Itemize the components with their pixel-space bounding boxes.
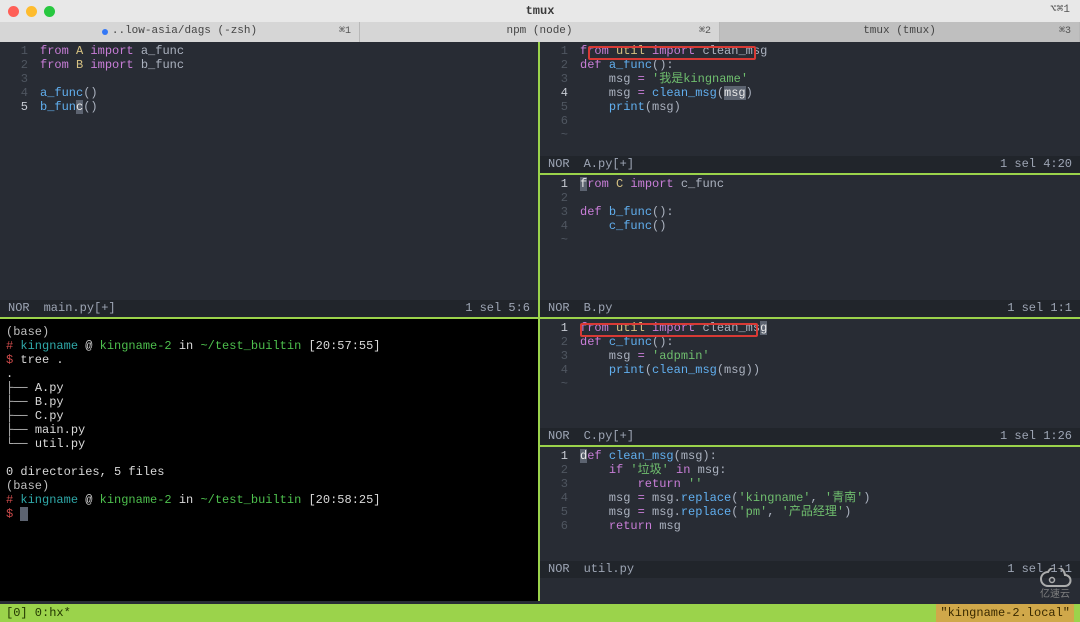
terminal-line: (base) [6,325,532,339]
code-line[interactable]: 1from util import clean_msg [544,44,1076,58]
code-line[interactable]: 4a_func() [4,86,534,100]
code-line[interactable]: 5b_func() [4,100,534,114]
statusline-b: NORB.py 1 sel 1:1 [540,300,1080,317]
code-line[interactable]: 3 [4,72,534,86]
statusline-util: NORutil.py 1 sel 1:1 [540,561,1080,578]
code-line[interactable]: 1from C import c_func [544,177,1076,191]
statusline-c: NORC.py[+] 1 sel 1:26 [540,428,1080,445]
code-line[interactable]: 2def a_func(): [544,58,1076,72]
terminal-line: . [6,367,532,381]
window-titlebar: tmux ⌥⌘1 [0,0,1080,22]
tmux-status-right: "kingname-2.local" [936,604,1074,622]
code-line[interactable]: 6 [544,114,1076,128]
code-line[interactable]: 1from util import clean_msg [544,321,1076,335]
statusline-main: NORmain.py[+] 1 sel 5:6 [0,300,538,317]
terminal-line: ├── A.py [6,381,532,395]
terminal-tab[interactable]: tmux (tmux)⌘3 [720,22,1080,42]
code-line[interactable]: 2 [544,191,1076,205]
code-line[interactable]: 4 c_func() [544,219,1076,233]
code-line[interactable]: 4 msg = clean_msg(msg) [544,86,1076,100]
code-line[interactable]: 3 return '' [544,477,1076,491]
editor-pane-a[interactable]: 1from util import clean_msg2def a_func()… [540,42,1080,156]
terminal-line: # kingname @ kingname-2 in ~/test_builti… [6,339,532,353]
code-line[interactable]: 3 msg = '我是kingname' [544,72,1076,86]
terminal-line: 0 directories, 5 files [6,465,532,479]
code-line[interactable]: 1def clean_msg(msg): [544,449,1076,463]
code-line[interactable]: 3 msg = 'adpmin' [544,349,1076,363]
terminal-line: $ tree . [6,353,532,367]
code-line[interactable]: 4 msg = msg.replace('kingname', '青南') [544,491,1076,505]
code-line[interactable]: 5 print(msg) [544,100,1076,114]
terminal-line: $ [6,507,532,521]
terminal-line: # kingname @ kingname-2 in ~/test_builti… [6,493,532,507]
code-line[interactable]: ~ [544,233,1076,247]
terminal-line: ├── main.py [6,423,532,437]
title-hotkey: ⌥⌘1 [1050,4,1070,17]
terminal-line: ├── C.py [6,409,532,423]
code-line[interactable]: 2from B import b_func [4,58,534,72]
editor-pane-main[interactable]: 1from A import a_func2from B import b_fu… [0,42,538,300]
code-line[interactable]: 2 if '垃圾' in msg: [544,463,1076,477]
code-line[interactable]: 6 return msg [544,519,1076,533]
terminal-tab[interactable]: ..low-asia/dags (-zsh)⌘1 [0,22,360,42]
code-line[interactable]: 5 msg = msg.replace('pm', '产品经理') [544,505,1076,519]
code-line[interactable]: 1from A import a_func [4,44,534,58]
terminal-line: ├── B.py [6,395,532,409]
code-line[interactable]: 2def c_func(): [544,335,1076,349]
terminal-pane[interactable]: (base)# kingname @ kingname-2 in ~/test_… [0,319,538,601]
terminal-line [6,451,532,465]
code-line[interactable]: ~ [544,128,1076,142]
terminal-line: (base) [6,479,532,493]
tmux-status-left: [0] 0:hx* [6,606,71,620]
terminal-tab[interactable]: npm (node)⌘2 [360,22,720,42]
code-line[interactable]: ~ [544,377,1076,391]
window-title: tmux [0,4,1080,18]
tmux-status-bar: [0] 0:hx* "kingname-2.local" [0,604,1080,622]
code-line[interactable]: 3def b_func(): [544,205,1076,219]
editor-pane-b[interactable]: 1from C import c_func23def b_func():4 c_… [540,175,1080,300]
watermark: 亿速云 [1036,568,1074,602]
code-line[interactable]: 4 print(clean_msg(msg)) [544,363,1076,377]
terminal-tab-bar: ..low-asia/dags (-zsh)⌘1npm (node)⌘2tmux… [0,22,1080,42]
editor-pane-util[interactable]: 1def clean_msg(msg):2 if '垃圾' in msg:3 r… [540,447,1080,561]
editor-pane-c[interactable]: 1from util import clean_msg2def c_func()… [540,319,1080,428]
terminal-line: └── util.py [6,437,532,451]
statusline-a: NORA.py[+] 1 sel 4:20 [540,156,1080,173]
